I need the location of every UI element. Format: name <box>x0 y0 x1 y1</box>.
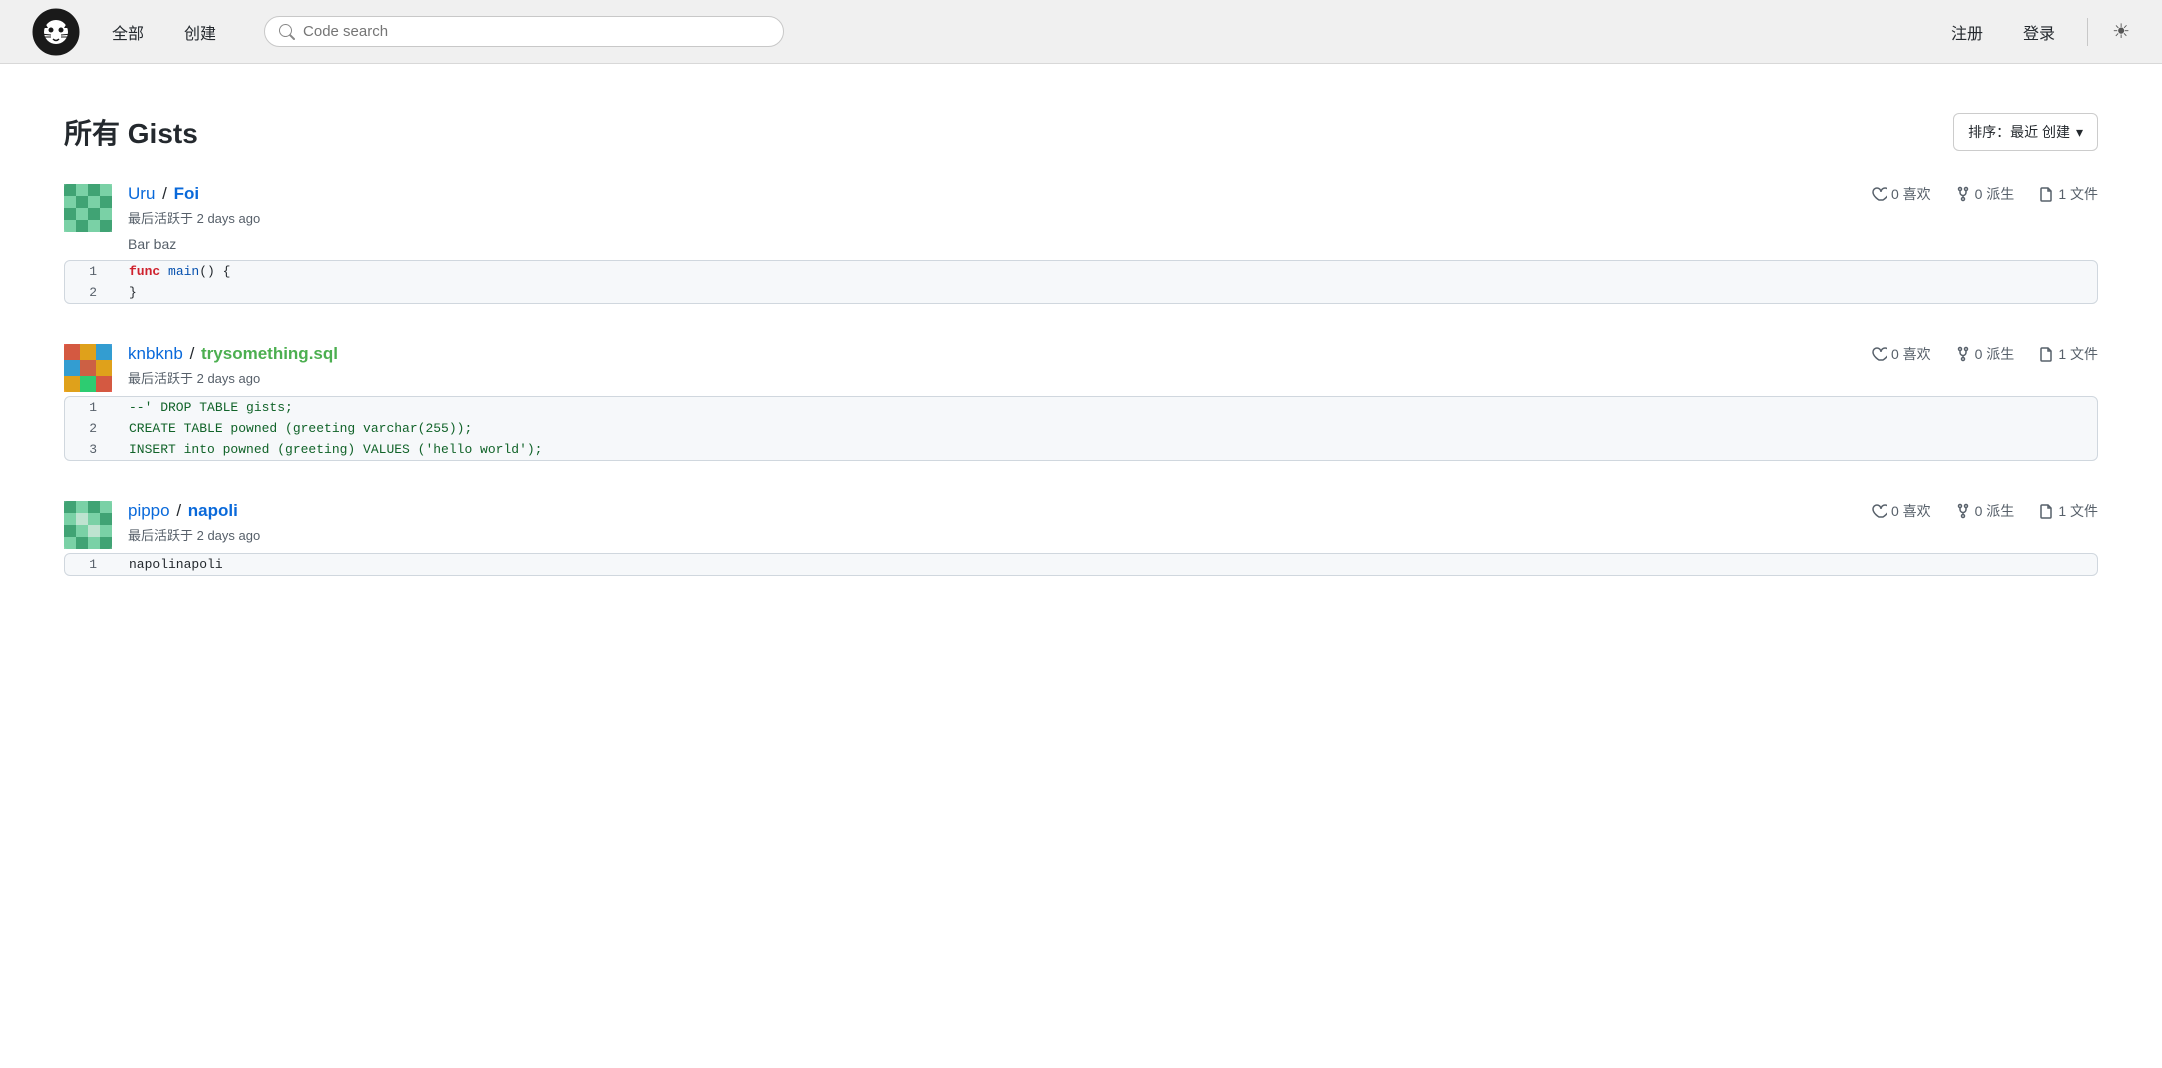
gist-repo[interactable]: napoli <box>188 501 238 520</box>
main-content: 所有 Gists 排序：最近 创建 ▾ <box>0 64 2162 1068</box>
file-icon <box>2038 186 2054 202</box>
forks-stat[interactable]: 0 派生 <box>1955 501 2015 521</box>
gist-meta: 最后活跃于 2 days ago <box>128 525 260 544</box>
sort-chevron-icon: ▾ <box>2076 124 2083 141</box>
register-button[interactable]: 注册 <box>1943 16 1991 48</box>
gist-title: pippo / napoli <box>128 501 260 521</box>
gist-meta: 最后活跃于 2 days ago <box>128 368 338 387</box>
header-right: 注册 登录 ☀ <box>1943 16 2130 48</box>
gist-header: pippo / napoli 最后活跃于 2 days ago 0 喜欢 <box>64 501 2098 549</box>
gist-description: Bar baz <box>128 236 2098 252</box>
gist-info: Uru / Foi 最后活跃于 2 days ago <box>128 184 260 227</box>
gist-left: knbknb / trysomething.sql 最后活跃于 2 days a… <box>64 344 338 392</box>
gist-stats: 0 喜欢 0 派生 1 文件 <box>1871 501 2098 521</box>
page-title: 所有 Gists <box>64 112 198 152</box>
search-icon <box>279 24 295 40</box>
likes-stat[interactable]: 0 喜欢 <box>1871 344 1931 364</box>
gist-user[interactable]: Uru <box>128 184 155 203</box>
code-line: 3 INSERT into powned (greeting) VALUES (… <box>65 439 2097 460</box>
likes-stat[interactable]: 0 喜欢 <box>1871 184 1931 204</box>
gist-user[interactable]: knbknb <box>128 344 183 363</box>
login-button[interactable]: 登录 <box>2015 16 2063 48</box>
files-stat[interactable]: 1 文件 <box>2038 501 2098 521</box>
fork-icon <box>1955 503 1971 519</box>
heart-icon <box>1871 346 1887 362</box>
code-block: 1 --' DROP TABLE gists; 2 CREATE TABLE p… <box>64 396 2098 461</box>
gist-stats: 0 喜欢 0 派生 1 文件 <box>1871 344 2098 364</box>
gist-info: pippo / napoli 最后活跃于 2 days ago <box>128 501 260 544</box>
gist-title: Uru / Foi <box>128 184 260 204</box>
logo[interactable] <box>32 8 80 56</box>
gist-left: pippo / napoli 最后活跃于 2 days ago <box>64 501 260 549</box>
code-line: 1 --' DROP TABLE gists; <box>65 397 2097 418</box>
gist-stats: 0 喜欢 0 派生 1 文件 <box>1871 184 2098 204</box>
nav-create[interactable]: 创建 <box>176 16 224 48</box>
gist-repo[interactable]: trysomething.sql <box>201 344 338 363</box>
code-block: 1 func main() { 2 } <box>64 260 2098 304</box>
header: 全部 创建 注册 登录 ☀ <box>0 0 2162 64</box>
gist-title: knbknb / trysomething.sql <box>128 344 338 364</box>
gist-item: pippo / napoli 最后活跃于 2 days ago 0 喜欢 <box>64 501 2098 576</box>
heart-icon <box>1871 186 1887 202</box>
fork-icon <box>1955 186 1971 202</box>
gist-header: knbknb / trysomething.sql 最后活跃于 2 days a… <box>64 344 2098 392</box>
likes-stat[interactable]: 0 喜欢 <box>1871 501 1931 521</box>
gist-item: knbknb / trysomething.sql 最后活跃于 2 days a… <box>64 344 2098 461</box>
code-line: 2 CREATE TABLE powned (greeting varchar(… <box>65 418 2097 439</box>
gist-info: knbknb / trysomething.sql 最后活跃于 2 days a… <box>128 344 338 387</box>
avatar <box>64 344 112 392</box>
avatar <box>64 501 112 549</box>
search-bar[interactable] <box>264 16 784 47</box>
code-block: 1 napolinapoli <box>64 553 2098 576</box>
files-stat[interactable]: 1 文件 <box>2038 344 2098 364</box>
code-line: 1 func main() { <box>65 261 2097 282</box>
gist-left: Uru / Foi 最后活跃于 2 days ago <box>64 184 260 232</box>
file-icon <box>2038 346 2054 362</box>
sort-label: 排序：最近 创建 <box>1968 122 2070 142</box>
gist-header: Uru / Foi 最后活跃于 2 days ago 0 喜欢 <box>64 184 2098 232</box>
nav-all[interactable]: 全部 <box>104 16 152 48</box>
heart-icon <box>1871 503 1887 519</box>
files-stat[interactable]: 1 文件 <box>2038 184 2098 204</box>
gist-item: Uru / Foi 最后活跃于 2 days ago 0 喜欢 <box>64 184 2098 304</box>
header-divider <box>2087 18 2088 46</box>
forks-stat[interactable]: 0 派生 <box>1955 184 2015 204</box>
gist-user[interactable]: pippo <box>128 501 170 520</box>
page-header: 所有 Gists 排序：最近 创建 ▾ <box>64 112 2098 152</box>
gist-repo[interactable]: Foi <box>174 184 200 203</box>
file-icon <box>2038 503 2054 519</box>
code-line: 1 napolinapoli <box>65 554 2097 575</box>
avatar <box>64 184 112 232</box>
theme-toggle-icon[interactable]: ☀ <box>2112 19 2130 44</box>
sort-button[interactable]: 排序：最近 创建 ▾ <box>1953 113 2098 151</box>
gist-meta: 最后活跃于 2 days ago <box>128 208 260 227</box>
code-line: 2 } <box>65 282 2097 303</box>
search-input[interactable] <box>303 23 769 40</box>
fork-icon <box>1955 346 1971 362</box>
forks-stat[interactable]: 0 派生 <box>1955 344 2015 364</box>
